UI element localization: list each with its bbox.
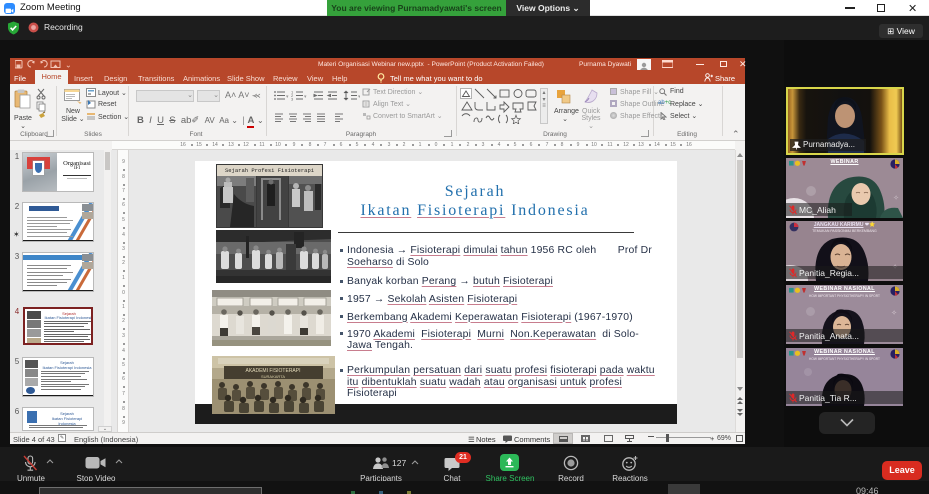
svg-text:▾: ▾ xyxy=(358,94,360,100)
svg-text:▾: ▾ xyxy=(286,94,289,100)
svg-text:3: 3 xyxy=(291,97,294,102)
svg-text:⌄: ⌄ xyxy=(65,61,72,70)
svg-text:▾: ▾ xyxy=(304,94,307,100)
svg-text:SURAKARTA: SURAKARTA xyxy=(261,374,285,379)
